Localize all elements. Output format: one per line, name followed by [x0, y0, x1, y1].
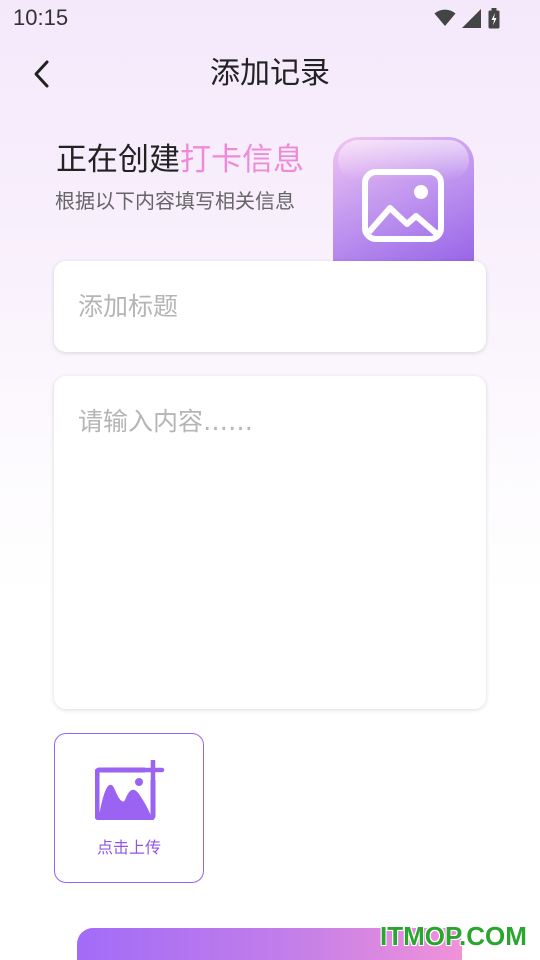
status-time: 10:15	[13, 5, 69, 30]
nav-bar: 添加记录	[0, 44, 540, 104]
heading-prefix: 正在创建	[56, 142, 180, 178]
watermark: ITMOP.COM	[380, 921, 527, 951]
battery-icon	[488, 7, 500, 28]
heading-accent: 打卡信息	[180, 142, 304, 178]
upload-button[interactable]: 点击上传	[54, 733, 204, 883]
add-image-icon	[95, 760, 165, 820]
page-title: 添加记录	[210, 56, 330, 91]
hero-image-icon	[332, 136, 475, 264]
status-icons	[434, 7, 500, 29]
image-icon	[333, 137, 474, 264]
status-bar: 10:15	[0, 0, 540, 36]
wifi-icon	[434, 9, 456, 26]
title-input[interactable]	[54, 261, 486, 352]
content-input[interactable]	[54, 376, 486, 709]
upload-label: 点击上传	[96, 838, 161, 857]
section-subheading: 根据以下内容填写相关信息	[55, 189, 295, 213]
signal-icon	[462, 8, 481, 28]
section-heading: 正在创建打卡信息	[56, 138, 304, 182]
